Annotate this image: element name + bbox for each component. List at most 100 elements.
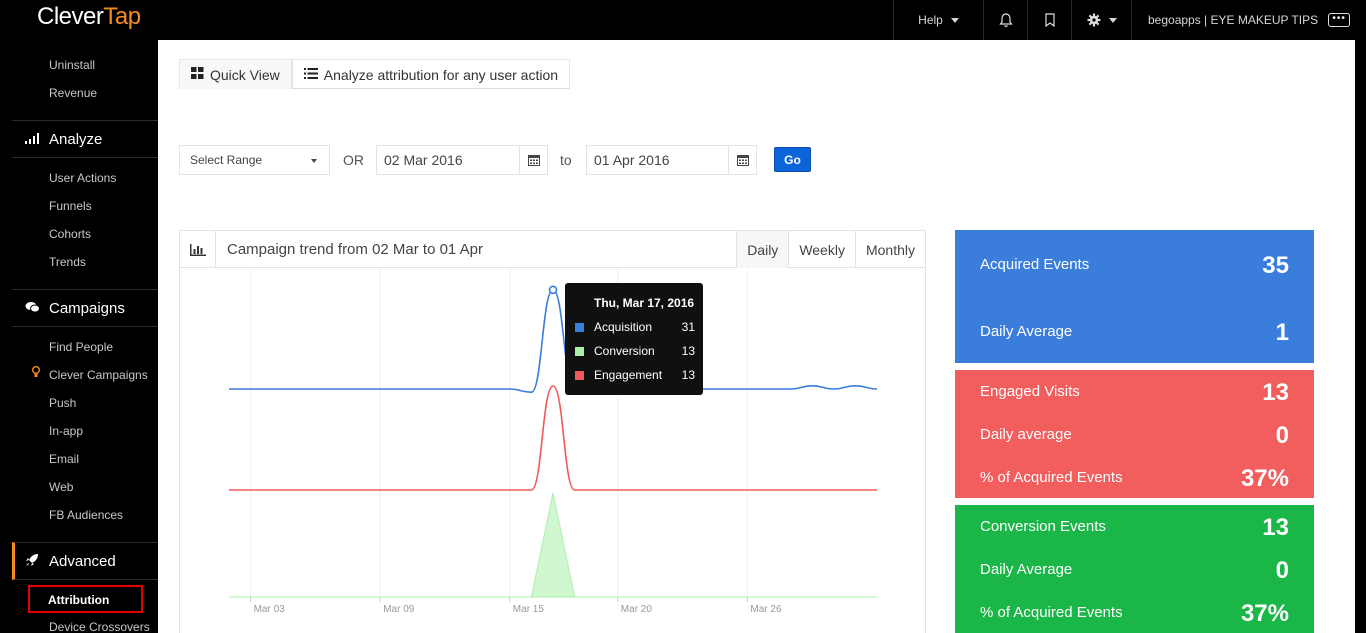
bar-chart-icon xyxy=(23,132,41,147)
period-tabs: Daily Weekly Monthly xyxy=(736,231,925,268)
sidebar-item-attribution[interactable]: Attribution xyxy=(48,593,109,607)
more-icon[interactable]: ••• xyxy=(1328,13,1351,27)
acquired-events-panel: Acquired Events 35 Daily Average 1 xyxy=(955,230,1314,363)
tab-weekly[interactable]: Weekly xyxy=(788,231,855,268)
bookmark-button[interactable] xyxy=(1027,0,1071,40)
stat-label: Conversion Events xyxy=(980,518,1106,535)
sidebar-item-push[interactable]: Push xyxy=(49,396,76,410)
tooltip-series-value: 13 xyxy=(681,344,695,358)
sidebar-item-find-people[interactable]: Find People xyxy=(49,340,113,354)
account-name: begoapps | EYE MAKEUP TIPS xyxy=(1148,13,1319,27)
list-icon xyxy=(303,67,318,82)
x-tick-label: Mar 20 xyxy=(621,604,653,615)
account-menu[interactable]: begoapps | EYE MAKEUP TIPS ••• xyxy=(1131,0,1355,40)
tooltip-date: Thu, Mar 17, 2016 xyxy=(594,296,695,310)
notifications-button[interactable] xyxy=(983,0,1027,40)
sidebar-item-cohorts[interactable]: Cohorts xyxy=(49,227,91,241)
hovered-point xyxy=(548,285,558,295)
series-engagement-line xyxy=(229,385,877,491)
tab-monthly[interactable]: Monthly xyxy=(854,231,925,268)
to-label: to xyxy=(560,152,572,168)
tooltip-series-value: 31 xyxy=(681,320,695,334)
stat-label: % of Acquired Events xyxy=(980,604,1123,621)
stat-value: 0 xyxy=(1275,557,1289,584)
app-window: CleverTap Help begoapps | EYE MAKEUP TIP… xyxy=(12,0,1355,633)
tab-label: Quick View xyxy=(210,66,280,83)
sidebar-item-fb-audiences[interactable]: FB Audiences xyxy=(49,508,123,522)
help-menu[interactable]: Help xyxy=(893,0,983,40)
tab-analyze-attribution[interactable]: Analyze attribution for any user action xyxy=(291,59,571,89)
help-label: Help xyxy=(918,13,943,27)
logo-text-tap: Tap xyxy=(103,3,141,30)
chevron-down-icon xyxy=(311,159,317,163)
chat-bubbles-icon xyxy=(23,301,41,316)
rocket-icon xyxy=(23,553,41,570)
calendar-icon[interactable] xyxy=(519,146,547,174)
bell-icon xyxy=(998,12,1013,27)
chart-title: Campaign trend from 02 Mar to 01 Apr xyxy=(227,241,483,258)
trend-chart[interactable]: Mar 03 Mar 09 Mar 15 Mar 20 Mar 26 xyxy=(180,269,925,633)
stat-label: Daily average xyxy=(980,426,1072,443)
chevron-down-icon xyxy=(1108,17,1117,23)
calendar-icon[interactable] xyxy=(728,146,756,174)
x-tick-label: Mar 03 xyxy=(254,604,286,615)
to-date-value: 01 Apr 2016 xyxy=(594,152,670,168)
select-range-label: Select Range xyxy=(190,153,263,167)
logo-text-clever: Clever xyxy=(37,3,104,30)
top-nav: Help begoapps | EYE MAKEUP TIPS ••• xyxy=(893,0,1355,40)
stat-label: Acquired Events xyxy=(980,256,1090,273)
settings-menu[interactable] xyxy=(1071,0,1131,40)
chevron-down-icon xyxy=(950,17,959,23)
go-button[interactable]: Go xyxy=(774,147,811,172)
chart-icon xyxy=(180,231,216,268)
sidebar-item-user-actions[interactable]: User Actions xyxy=(49,171,116,185)
series-conversion-area xyxy=(229,492,877,598)
sidebar-item-web[interactable]: Web xyxy=(49,480,73,494)
sidebar-item-revenue[interactable]: Revenue xyxy=(49,86,97,100)
grid-icon xyxy=(191,67,204,82)
x-tick-label: Mar 26 xyxy=(750,604,782,615)
sidebar-item-email[interactable]: Email xyxy=(49,452,79,466)
tab-quick-view[interactable]: Quick View xyxy=(179,59,292,89)
sidebar-section-analyze[interactable]: Analyze xyxy=(12,120,158,158)
section-title: Advanced xyxy=(49,552,116,570)
legend-swatch xyxy=(575,323,584,332)
from-date-value: 02 Mar 2016 xyxy=(384,152,463,168)
sidebar-item-funnels[interactable]: Funnels xyxy=(49,199,92,213)
tooltip-row: Conversion 13 xyxy=(575,343,695,359)
sidebar-item-device-crossovers[interactable]: Device Crossovers xyxy=(49,620,150,633)
sidebar-section-campaigns[interactable]: Campaigns xyxy=(12,289,158,327)
sidebar-section-advanced[interactable]: Advanced xyxy=(12,542,158,580)
tooltip-series-name: Conversion xyxy=(594,344,655,358)
to-date-input[interactable]: 01 Apr 2016 xyxy=(586,145,757,175)
stat-value: 1 xyxy=(1275,319,1289,346)
sidebar-item-clever-campaigns[interactable]: Clever Campaigns xyxy=(49,368,148,382)
sidebar: Uninstall Revenue Analyze User Actions F… xyxy=(12,40,158,633)
tab-daily[interactable]: Daily xyxy=(736,231,789,268)
from-date-input[interactable]: 02 Mar 2016 xyxy=(376,145,548,175)
stat-value: 37% xyxy=(1240,465,1289,492)
clevertap-logo[interactable]: CleverTap xyxy=(37,3,141,31)
legend-swatch xyxy=(575,347,584,356)
select-range-dropdown[interactable]: Select Range xyxy=(179,145,330,175)
stat-label: Daily Average xyxy=(980,561,1073,578)
section-title: Campaigns xyxy=(49,299,125,317)
sidebar-item-uninstall[interactable]: Uninstall xyxy=(49,58,95,72)
tooltip-series-value: 13 xyxy=(681,368,695,382)
tooltip-series-name: Engagement xyxy=(594,368,663,382)
sidebar-item-trends[interactable]: Trends xyxy=(49,255,86,269)
x-tick-label: Mar 09 xyxy=(383,604,415,615)
card-header: Campaign trend from 02 Mar to 01 Apr Dai… xyxy=(180,231,925,268)
stat-label: % of Acquired Events xyxy=(980,469,1123,486)
lightbulb-icon xyxy=(32,366,40,381)
stat-value: 0 xyxy=(1275,422,1289,449)
sidebar-item-in-app[interactable]: In-app xyxy=(49,424,83,438)
bookmark-icon xyxy=(1044,13,1055,27)
legend-swatch xyxy=(575,371,584,380)
campaign-trend-card: Campaign trend from 02 Mar to 01 Apr Dai… xyxy=(179,230,926,633)
engaged-visits-panel: Engaged Visits 13 Daily average 0 % of A… xyxy=(955,370,1314,498)
tooltip-series-name: Acquisition xyxy=(594,320,653,334)
tooltip-row: Engagement 13 xyxy=(575,367,695,383)
series-acquisition-line xyxy=(229,288,878,394)
top-bar: CleverTap Help begoapps | EYE MAKEUP TIP… xyxy=(12,0,1355,40)
